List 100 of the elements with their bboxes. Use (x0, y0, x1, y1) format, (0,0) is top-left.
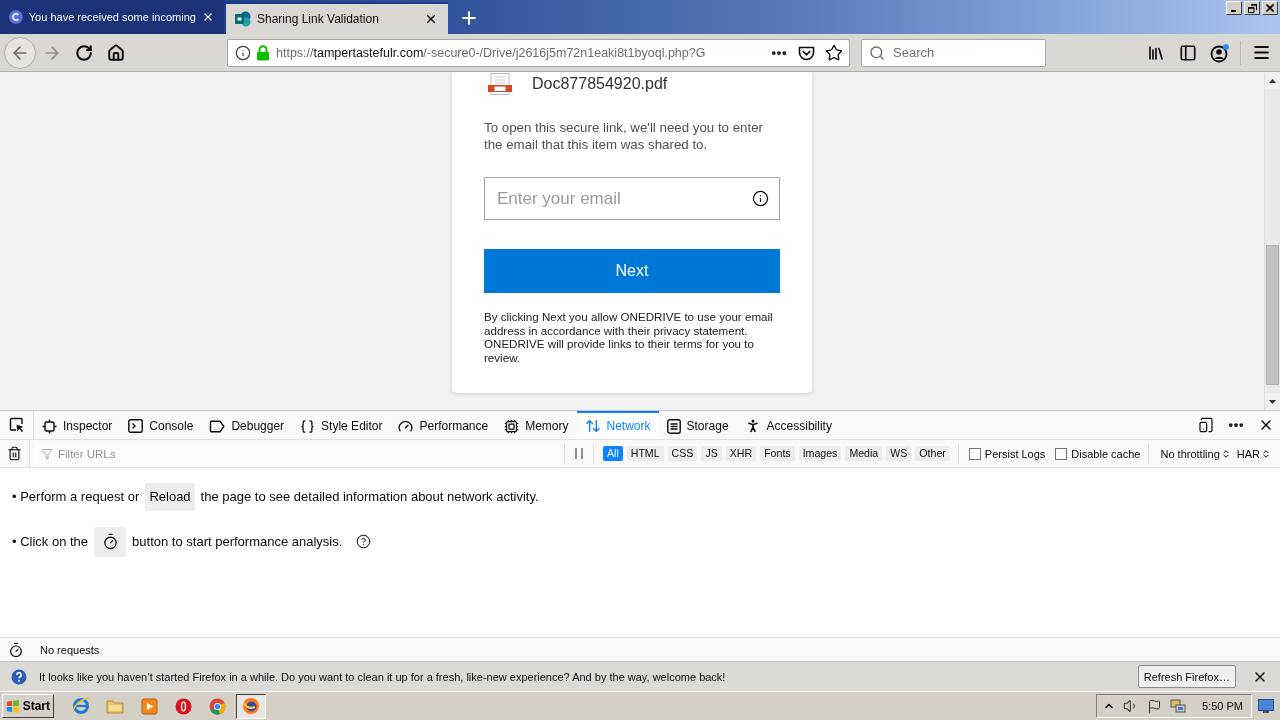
notice-text: • Click on the (12, 534, 89, 549)
notice-text: button to start performance analysis. (132, 534, 343, 549)
square-target-icon (42, 418, 57, 434)
browser-icon (208, 697, 226, 715)
status-text: No requests (40, 643, 100, 656)
plus-icon (459, 8, 479, 28)
menu-icon (1251, 43, 1271, 62)
notice-text: • Perform a request or (12, 489, 140, 504)
stopwatch-icon[interactable] (8, 641, 24, 658)
checkbox-label: Disable cache (1071, 447, 1141, 460)
reload-button[interactable]: Reload (145, 482, 195, 511)
sidebar-icon (1179, 43, 1197, 62)
devtools-tab[interactable]: Inspector (34, 411, 121, 439)
type-filter-button[interactable]: WS (886, 446, 912, 461)
checkbox-label: Persist Logs (984, 447, 1046, 460)
close-icon (1266, 4, 1274, 12)
info-icon[interactable] (235, 44, 251, 61)
close-window-button[interactable] (1262, 1, 1278, 15)
search-icon (869, 44, 885, 61)
pocket-icon[interactable] (798, 44, 815, 61)
devtools-tab[interactable]: Accessibility (736, 411, 840, 439)
har-menu[interactable]: HAR (1233, 447, 1274, 460)
devtools-tab[interactable]: Console (120, 411, 202, 439)
tag-icon (209, 419, 226, 433)
devtools-tab[interactable]: Performance (390, 411, 497, 439)
braces-icon (300, 418, 316, 434)
home-icon (107, 43, 125, 62)
instruction-text: To open this secure link, we'll need you to enter the email that this item was shared to. (484, 119, 764, 153)
account-icon (1210, 42, 1230, 63)
logo-icon (9, 9, 23, 25)
ring-icon (174, 697, 192, 715)
lock-icon (256, 44, 270, 61)
windows-logo-icon (6, 698, 20, 714)
star-icon[interactable] (825, 43, 843, 62)
type-filter-button[interactable]: All (602, 446, 623, 461)
notification-text: It looks like you haven’t started Firefox in a while. Do you want to clean it up for a fresh, like-new experience? And by the way, welcome back! (39, 670, 726, 683)
refresh-firefox-button[interactable]: Refresh Firefox… (1137, 665, 1236, 688)
browser-icon (242, 697, 260, 715)
vertical-scrollbar[interactable] (1264, 72, 1280, 410)
info-icon (752, 190, 769, 207)
search-field[interactable]: Search (861, 38, 1046, 67)
devtools-tab[interactable]: Storage (658, 411, 737, 439)
scroll-down-arrow-icon[interactable] (1269, 399, 1276, 404)
trash-icon[interactable] (7, 446, 22, 461)
minimize-button[interactable] (1226, 1, 1242, 15)
devtools-tab[interactable]: Network (576, 411, 659, 439)
url-text: https://tampertastefulr.com/-secure0-/Drive/j2616j5m72n1eaki8t1byoql.php?G (276, 45, 706, 60)
browser-tab[interactable]: You have received some incoming (0, 0, 224, 34)
close-tab-icon[interactable] (424, 12, 438, 26)
address-bar[interactable]: https://tampertastefulr.com/-secure0-/Drive/j2616j5m72n1eaki8t1byoql.php?G (227, 38, 850, 67)
up-down-icon (1220, 448, 1231, 459)
type-filter-button[interactable]: HTML (626, 446, 664, 461)
email-field[interactable]: Enter your email (484, 177, 780, 220)
scroll-up-arrow-icon[interactable] (1269, 78, 1276, 83)
stopwatch-button[interactable] (94, 526, 127, 557)
devtools-tab[interactable]: Debugger (201, 411, 293, 439)
restore-button[interactable] (1244, 1, 1260, 15)
type-filter-button[interactable]: XHR (725, 446, 757, 461)
taskbar-button[interactable] (236, 693, 266, 719)
devices-icon[interactable] (1198, 417, 1214, 433)
type-filter-button[interactable]: Images (798, 446, 842, 461)
devtools-tab[interactable]: Style Editor (292, 411, 391, 439)
browser-icon (72, 697, 90, 715)
throttling-select[interactable]: No throttling (1157, 447, 1234, 460)
help-icon[interactable] (356, 534, 372, 549)
type-filter-button[interactable]: JS (701, 446, 722, 461)
up-down-arrows-icon (584, 418, 601, 434)
type-filter-button[interactable]: Media (845, 446, 883, 461)
disclaimer-text: By clicking Next you allow ONEDRIVE to use your email address in accordance with their privacy statement. ONEDRIVE will provide links to their terms for you to review. (484, 310, 774, 365)
restore-icon (1247, 3, 1257, 13)
type-filter-button[interactable]: Fonts (760, 446, 795, 461)
pause-icon[interactable] (574, 448, 583, 459)
gauge-icon (398, 418, 414, 434)
start-button[interactable]: Start (2, 694, 54, 718)
notice-text: the page to see detailed information about network activity. (200, 489, 539, 504)
reload-icon (75, 43, 93, 62)
flag-icon[interactable] (1147, 698, 1163, 714)
next-button[interactable]: Next (484, 249, 780, 293)
folder-icon (106, 698, 124, 714)
logo-icon (235, 11, 251, 27)
file-name: Doc877854920.pdf (532, 75, 668, 93)
play-icon (140, 697, 158, 715)
filter-icon (41, 447, 53, 460)
back-button[interactable] (4, 36, 36, 69)
devtools-tab[interactable]: Memory (496, 411, 577, 439)
clock: 5:50 PM (1202, 700, 1243, 712)
checkbox[interactable] (1055, 447, 1068, 460)
checkbox[interactable] (968, 447, 981, 460)
type-filter-button[interactable]: Other (915, 446, 950, 461)
library-icon (1147, 43, 1165, 62)
stopwatch-icon (101, 533, 119, 550)
browser-tab[interactable]: Sharing Link Validation (226, 2, 448, 34)
network-icon[interactable] (1170, 698, 1187, 714)
terminal-icon (128, 419, 144, 433)
storage-icon (666, 418, 681, 434)
help-icon (11, 668, 27, 685)
element-picker-icon[interactable] (8, 417, 25, 433)
type-filter-button[interactable]: CSS (667, 446, 698, 461)
up-down-icon (1261, 448, 1271, 459)
show-desktop-icon[interactable] (1258, 699, 1274, 713)
